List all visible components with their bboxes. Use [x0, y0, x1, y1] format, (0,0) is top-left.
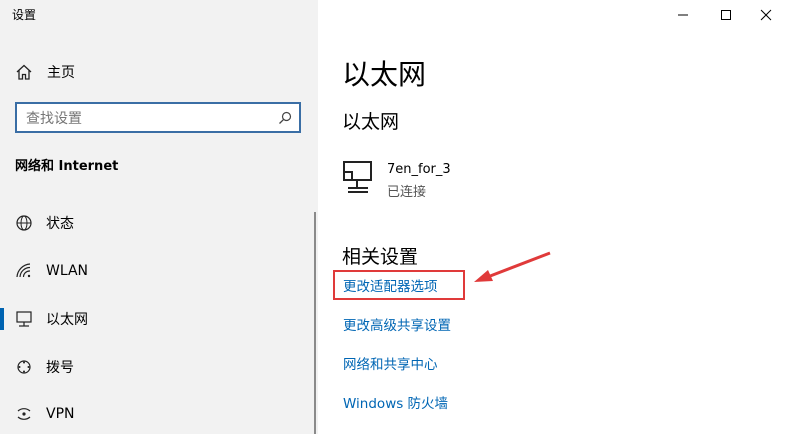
related-settings-heading: 相关设置	[342, 246, 419, 268]
sidebar: 设置 主页 查找设置 网络和 Internet 状态 WLAN 以太网 拨号 V…	[0, 0, 318, 434]
search-icon[interactable]	[271, 104, 299, 131]
close-button[interactable]	[743, 0, 789, 30]
annotation-arrow-icon	[474, 251, 551, 282]
network-name[interactable]: 7en_for_3	[387, 162, 451, 177]
section-heading: 以太网	[342, 111, 400, 133]
section-title: 网络和 Internet	[15, 159, 119, 174]
globe-icon	[16, 215, 32, 231]
sidebar-item-ethernet[interactable]: 以太网	[0, 299, 310, 339]
network-status: 已连接	[387, 185, 427, 200]
search-input[interactable]: 查找设置	[17, 108, 271, 128]
annotation-highlight-box	[333, 270, 465, 300]
close-icon	[760, 9, 772, 21]
ethernet-icon	[16, 311, 32, 327]
minimize-icon	[678, 14, 688, 16]
advanced-sharing-link[interactable]: 更改高级共享设置	[343, 314, 451, 334]
minimize-button[interactable]	[660, 0, 706, 30]
sidebar-item-label: 以太网	[46, 312, 88, 328]
vpn-icon	[17, 408, 31, 420]
sidebar-item-vpn[interactable]: VPN	[0, 394, 310, 434]
wifi-icon	[16, 263, 31, 278]
page-title: 以太网	[342, 58, 427, 91]
home-nav-item[interactable]: 主页	[15, 60, 75, 84]
home-label: 主页	[47, 65, 75, 81]
sidebar-item-label: 拨号	[46, 360, 74, 376]
home-icon	[16, 64, 32, 80]
maximize-icon	[721, 10, 731, 20]
search-box[interactable]: 查找设置	[15, 102, 301, 133]
sidebar-item-label: VPN	[46, 406, 75, 422]
app-title: 设置	[12, 8, 37, 22]
network-sharing-center-link[interactable]: 网络和共享中心	[343, 353, 438, 373]
windows-firewall-link[interactable]: Windows 防火墙	[343, 392, 448, 412]
sidebar-scrollbar[interactable]	[314, 212, 316, 434]
sidebar-item-label: WLAN	[46, 263, 89, 279]
network-pc-icon	[343, 161, 372, 193]
selection-indicator	[0, 308, 4, 330]
sidebar-item-status[interactable]: 状态	[0, 203, 310, 243]
dialup-icon	[17, 360, 31, 374]
sidebar-item-label: 状态	[46, 216, 74, 232]
sidebar-item-wlan[interactable]: WLAN	[0, 251, 310, 291]
sidebar-item-dialup[interactable]: 拨号	[0, 347, 310, 387]
